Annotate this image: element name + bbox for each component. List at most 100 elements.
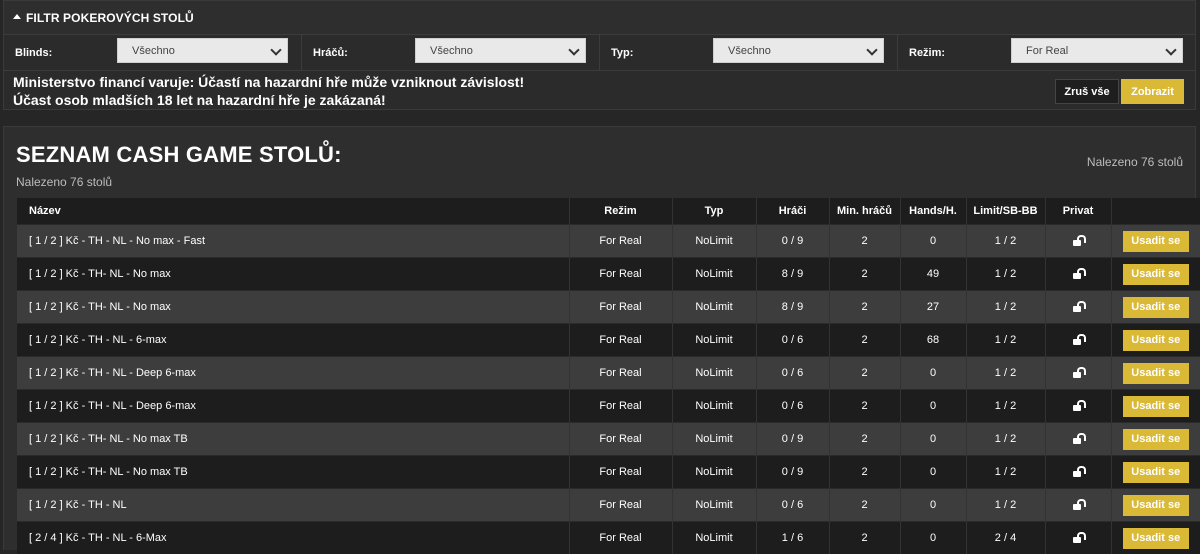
table-row[interactable]: [ 1 / 2 ] Kč - TH- NL - No max TB For Re…	[17, 456, 1200, 489]
sit-down-button[interactable]: Usadit se	[1123, 396, 1189, 417]
type-cell: NoLimit	[672, 291, 756, 324]
private-cell	[1045, 258, 1111, 291]
col-header-min-players[interactable]: Min. hráčů	[829, 198, 900, 225]
sit-down-button[interactable]: Usadit se	[1123, 528, 1189, 549]
col-header-type[interactable]: Typ	[672, 198, 756, 225]
action-cell: Usadit se	[1111, 522, 1200, 554]
page-title: SEZNAM CASH GAME STOLŮ:	[16, 142, 342, 168]
mode-cell: For Real	[569, 291, 672, 324]
players-cell: 0 / 6	[756, 390, 829, 423]
table-row[interactable]: [ 1 / 2 ] Kč - TH - NL - Deep 6-max For …	[17, 357, 1200, 390]
mode-cell: For Real	[569, 456, 672, 489]
min-players-cell: 2	[829, 489, 900, 522]
col-header-limit[interactable]: Limit/SB-BB	[966, 198, 1045, 225]
col-header-players[interactable]: Hráči	[756, 198, 829, 225]
sit-down-button[interactable]: Usadit se	[1123, 231, 1189, 252]
sit-down-button[interactable]: Usadit se	[1123, 330, 1189, 351]
mode-cell: For Real	[569, 522, 672, 554]
min-players-cell: 2	[829, 456, 900, 489]
table-row[interactable]: [ 1 / 2 ] Kč - TH - NL - 6-max For Real …	[17, 324, 1200, 357]
limit-cell: 1 / 2	[966, 456, 1045, 489]
mode-cell: For Real	[569, 225, 672, 258]
table-name-cell: [ 1 / 2 ] Kč - TH- NL - No max	[17, 258, 569, 291]
table-name-cell: [ 2 / 4 ] Kč - TH - NL - 6-Max	[17, 522, 569, 554]
players-cell: 8 / 9	[756, 291, 829, 324]
sit-down-button[interactable]: Usadit se	[1123, 462, 1189, 483]
players-cell: 1 / 6	[756, 522, 829, 554]
caret-up-icon[interactable]	[13, 14, 21, 19]
filter-header[interactable]: FILTR POKEROVÝCH STOLŮ	[4, 1, 1195, 35]
unlock-icon	[1073, 500, 1084, 510]
hands-cell: 0	[900, 456, 966, 489]
chevron-down-icon	[270, 44, 281, 55]
col-header-hands[interactable]: Hands/H.	[900, 198, 966, 225]
min-players-cell: 2	[829, 390, 900, 423]
mode-cell: For Real	[569, 489, 672, 522]
blinds-label: Blinds:	[4, 47, 52, 59]
hands-cell: 0	[900, 390, 966, 423]
limit-cell: 1 / 2	[966, 423, 1045, 456]
clear-all-button[interactable]: Zruš vše	[1055, 79, 1119, 104]
players-cell: 8 / 9	[756, 258, 829, 291]
private-cell	[1045, 225, 1111, 258]
type-cell: NoLimit	[672, 489, 756, 522]
col-header-action	[1111, 198, 1200, 225]
table-row[interactable]: [ 1 / 2 ] Kč - TH- NL - No max TB For Re…	[17, 423, 1200, 456]
table-row[interactable]: [ 2 / 4 ] Kč - TH - NL - 6-Max For Real …	[17, 522, 1200, 554]
col-header-name[interactable]: Název	[17, 198, 569, 225]
type-cell: NoLimit	[672, 258, 756, 291]
cash-tables-table: Název Režim Typ Hráči Min. hráčů Hands/H…	[17, 198, 1200, 554]
action-cell: Usadit se	[1111, 489, 1200, 522]
col-header-private[interactable]: Privat	[1045, 198, 1111, 225]
type-label: Typ:	[600, 47, 633, 59]
action-cell: Usadit se	[1111, 324, 1200, 357]
mode-select[interactable]: For Real	[1011, 38, 1183, 63]
type-cell: NoLimit	[672, 522, 756, 554]
mode-cell: For Real	[569, 423, 672, 456]
table-row[interactable]: [ 1 / 2 ] Kč - TH - NL - No max - Fast F…	[17, 225, 1200, 258]
unlock-icon	[1073, 269, 1084, 279]
warning-line-1: Ministerstvo financí varuje: Účastí na h…	[13, 73, 524, 91]
chevron-down-icon	[1165, 44, 1176, 55]
sit-down-button[interactable]: Usadit se	[1123, 495, 1189, 516]
unlock-icon	[1073, 302, 1084, 312]
cash-game-list-panel: SEZNAM CASH GAME STOLŮ: Nalezeno 76 stol…	[3, 126, 1196, 550]
table-row[interactable]: [ 1 / 2 ] Kč - TH- NL - No max For Real …	[17, 291, 1200, 324]
hands-cell: 0	[900, 522, 966, 554]
players-label: Hráčů:	[302, 47, 348, 59]
type-select[interactable]: Všechno	[713, 38, 884, 63]
sit-down-button[interactable]: Usadit se	[1123, 429, 1189, 450]
table-name-cell: [ 1 / 2 ] Kč - TH - NL - 6-max	[17, 324, 569, 357]
show-button[interactable]: Zobrazit	[1121, 79, 1184, 104]
hands-cell: 27	[900, 291, 966, 324]
filter-title[interactable]: FILTR POKEROVÝCH STOLŮ	[26, 11, 194, 25]
action-cell: Usadit se	[1111, 258, 1200, 291]
table-name-cell: [ 1 / 2 ] Kč - TH - NL - No max - Fast	[17, 225, 569, 258]
action-cell: Usadit se	[1111, 357, 1200, 390]
action-cell: Usadit se	[1111, 456, 1200, 489]
hands-cell: 0	[900, 357, 966, 390]
table-name-cell: [ 1 / 2 ] Kč - TH - NL - Deep 6-max	[17, 357, 569, 390]
table-row[interactable]: [ 1 / 2 ] Kč - TH - NL For Real NoLimit …	[17, 489, 1200, 522]
unlock-icon	[1073, 368, 1084, 378]
sit-down-button[interactable]: Usadit se	[1123, 264, 1189, 285]
table-name-cell: [ 1 / 2 ] Kč - TH - NL - Deep 6-max	[17, 390, 569, 423]
unlock-icon	[1073, 434, 1084, 444]
limit-cell: 1 / 2	[966, 324, 1045, 357]
table-row[interactable]: [ 1 / 2 ] Kč - TH - NL - Deep 6-max For …	[17, 390, 1200, 423]
private-cell	[1045, 456, 1111, 489]
hands-cell: 0	[900, 423, 966, 456]
action-cell: Usadit se	[1111, 390, 1200, 423]
type-select-value: Všechno	[728, 45, 771, 57]
chevron-down-icon	[866, 44, 877, 55]
col-header-mode[interactable]: Režim	[569, 198, 672, 225]
sit-down-button[interactable]: Usadit se	[1123, 363, 1189, 384]
mode-cell: For Real	[569, 258, 672, 291]
table-row[interactable]: [ 1 / 2 ] Kč - TH- NL - No max For Real …	[17, 258, 1200, 291]
sit-down-button[interactable]: Usadit se	[1123, 297, 1189, 318]
type-cell: NoLimit	[672, 357, 756, 390]
unlock-icon	[1073, 335, 1084, 345]
blinds-select[interactable]: Všechno	[117, 38, 288, 63]
hands-cell: 49	[900, 258, 966, 291]
players-select[interactable]: Všechno	[415, 38, 586, 63]
